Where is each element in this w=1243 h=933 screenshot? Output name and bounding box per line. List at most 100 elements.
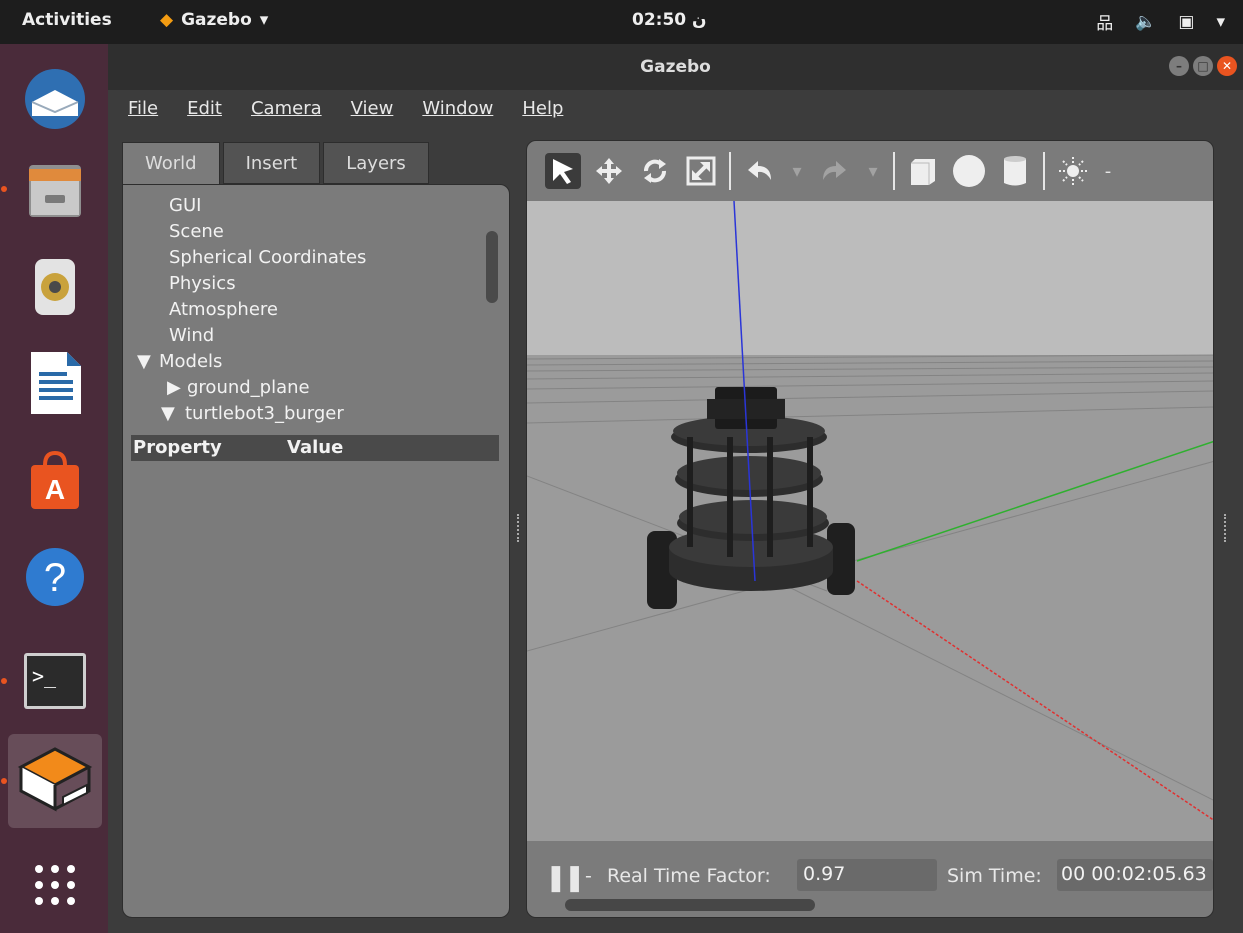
close-button[interactable]: ✕ [1217, 56, 1237, 76]
tab-world[interactable]: World [122, 142, 220, 186]
svg-text:?: ? [44, 556, 66, 600]
network-icon: 品 [1096, 14, 1114, 34]
scale-mode-button[interactable] [683, 153, 719, 189]
select-mode-button[interactable] [545, 153, 581, 189]
expanded-arrow-icon[interactable]: ▼ [161, 401, 185, 427]
tab-layers[interactable]: Layers [323, 142, 429, 184]
scale-mode-icon [686, 156, 716, 186]
point-light-button[interactable] [1055, 153, 1091, 189]
menu-camera[interactable]: Camera [251, 90, 335, 130]
tree-item-scene[interactable]: Scene [123, 219, 497, 245]
sim-time-value: 00 00:02:05.63 [1057, 859, 1213, 891]
terminal-icon: >_ [24, 653, 86, 709]
redo-history-dropdown[interactable]: ▾ [863, 153, 883, 189]
files-icon [29, 165, 81, 217]
svg-text:A: A [45, 474, 65, 505]
menu-view[interactable]: View [351, 90, 407, 130]
splitter-handle[interactable] [517, 514, 520, 542]
running-indicator [1, 678, 7, 684]
real-time-factor-value: 0.97 [797, 859, 937, 891]
pause-button[interactable]: ❚❚ [545, 863, 586, 893]
top-bar: Activities ◆ Gazebo ▾ 02:50 ن 品 🔈 ▣ ▾ [0, 0, 1243, 44]
tree-item-ground-plane-label: ground_plane [187, 377, 310, 398]
system-tray[interactable]: 品 🔈 ▣ ▾ [1096, 9, 1225, 35]
chevron-down-icon: ▾ [1216, 11, 1225, 32]
tree-item-turtlebot3-burger-label: turtlebot3_burger [185, 403, 344, 424]
show-applications[interactable] [8, 838, 102, 932]
minimize-button[interactable]: – [1169, 56, 1189, 76]
world-tree: GUI Scene Spherical Coordinates Physics … [123, 193, 497, 427]
menu-bar: File Edit Camera View Window Help [108, 90, 1243, 130]
sphere-shape-button[interactable] [951, 153, 987, 189]
light-icon [1059, 157, 1087, 185]
menu-file[interactable]: File [128, 90, 171, 130]
undo-history-dropdown[interactable]: ▾ [787, 153, 807, 189]
translate-mode-button[interactable] [591, 153, 627, 189]
tree-item-gui[interactable]: GUI [123, 193, 497, 219]
tree-item-physics[interactable]: Physics [123, 271, 497, 297]
sim-time-label: Sim Time: [947, 865, 1042, 887]
dock-help[interactable]: ? [8, 530, 102, 624]
thunderbird-icon [25, 69, 85, 129]
maximize-button[interactable]: □ [1193, 56, 1213, 76]
redo-button[interactable] [817, 153, 853, 189]
sphere-icon [953, 155, 985, 187]
svg-text:>_: >_ [32, 664, 57, 688]
box-shape-button[interactable] [905, 153, 941, 189]
tree-item-models-label: Models [159, 351, 223, 372]
app-menu[interactable]: ◆ Gazebo ▾ [160, 10, 268, 30]
splitter-handle[interactable] [1224, 514, 1227, 542]
toolbar-separator [729, 152, 731, 190]
left-panel: World Insert Layers GUI Scene Spherical … [122, 142, 512, 918]
cylinder-shape-button[interactable] [997, 153, 1033, 189]
dock-rhythmbox[interactable] [8, 240, 102, 334]
rhythmbox-icon [35, 259, 75, 315]
tree-item-ground-plane[interactable]: ▶ ground_plane [123, 375, 497, 401]
dock-thunderbird[interactable] [8, 52, 102, 146]
menu-help[interactable]: Help [522, 90, 576, 130]
menu-help-label: Help [522, 98, 564, 119]
gazebo-small-icon: ◆ [160, 10, 174, 30]
libreoffice-writer-icon [31, 352, 81, 414]
dock-terminal[interactable]: >_ [8, 634, 102, 728]
dock-files[interactable] [8, 144, 102, 238]
more-tools-button[interactable]: - [1101, 153, 1115, 189]
window-title: Gazebo [640, 57, 711, 77]
dock: A ? >_ [0, 44, 108, 933]
value-column-header: Value [287, 437, 344, 458]
horizontal-scrollbar[interactable] [565, 899, 815, 911]
tree-scrollbar[interactable] [486, 231, 498, 303]
clock[interactable]: 02:50 ن [632, 10, 707, 30]
ground-plane[interactable] [527, 355, 1214, 841]
menu-window[interactable]: Window [422, 90, 506, 130]
3d-scene[interactable] [527, 201, 1214, 841]
tree-item-atmosphere[interactable]: Atmosphere [123, 297, 497, 323]
real-time-factor-label: Real Time Factor: [607, 865, 771, 887]
expanded-arrow-icon[interactable]: ▼ [137, 349, 159, 375]
tree-item-wind[interactable]: Wind [123, 323, 497, 349]
gazebo-window: Gazebo – □ ✕ File Edit Camera View Windo… [108, 44, 1243, 933]
simulation-status-bar: ❚❚ - Real Time Factor: 0.97 Sim Time: 00… [527, 841, 1213, 917]
tree-item-spherical-coordinates[interactable]: Spherical Coordinates [123, 245, 497, 271]
activities-button[interactable]: Activities [22, 10, 112, 30]
tab-insert[interactable]: Insert [222, 142, 321, 184]
rotate-mode-button[interactable] [637, 153, 673, 189]
toolbar-separator [1043, 152, 1045, 190]
dock-gazebo[interactable] [8, 734, 102, 828]
collapsed-arrow-icon[interactable]: ▶ [167, 375, 187, 401]
toolbar-separator [893, 152, 895, 190]
undo-button[interactable] [741, 153, 777, 189]
menu-camera-label: Camera [250, 98, 322, 119]
gazebo-icon [17, 747, 93, 812]
menu-edit[interactable]: Edit [187, 90, 235, 130]
tree-item-models[interactable]: ▼ Models [123, 349, 497, 375]
dock-ubuntu-software[interactable]: A [8, 434, 102, 528]
dock-writer[interactable] [8, 336, 102, 430]
tree-item-turtlebot3-burger[interactable]: ▼ turtlebot3_burger [123, 401, 497, 427]
step-button[interactable]: - [585, 865, 592, 887]
title-bar[interactable]: Gazebo – □ ✕ [108, 44, 1243, 90]
select-mode-icon [553, 159, 573, 184]
menu-view-label: View [350, 98, 394, 119]
chevron-down-icon: ▾ [259, 10, 269, 30]
app-menu-label: Gazebo [181, 10, 252, 30]
